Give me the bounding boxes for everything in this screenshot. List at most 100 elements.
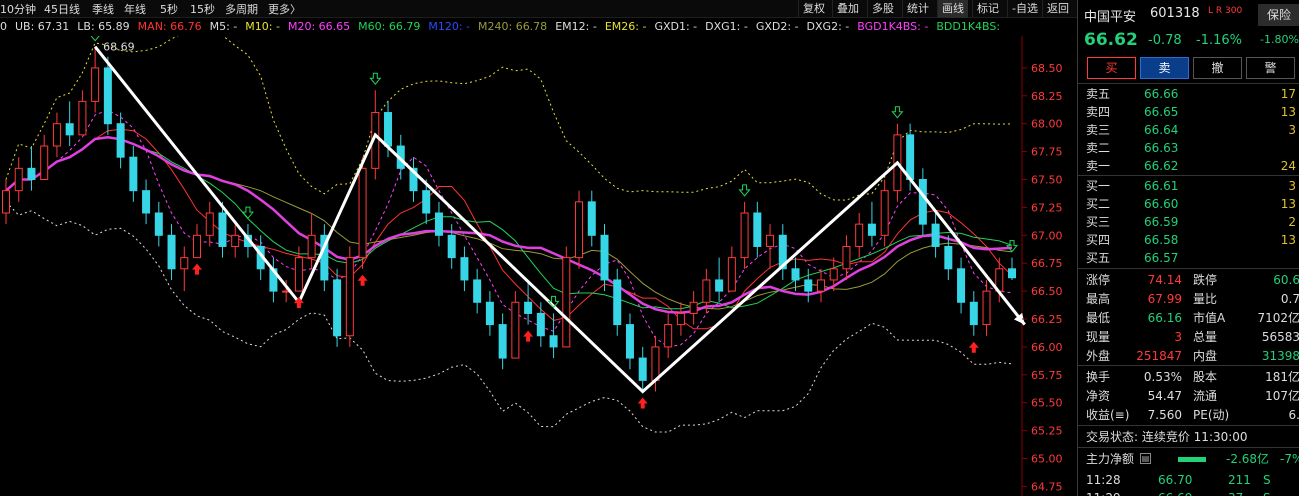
ask-row[interactable]: 卖一 66.62 24 bbox=[1078, 157, 1299, 175]
candle-body bbox=[880, 190, 889, 236]
alert-button[interactable]: 警 bbox=[1246, 57, 1295, 79]
stat-label: 外盘 bbox=[1086, 349, 1111, 363]
tab-more[interactable]: 更多〉 bbox=[268, 1, 301, 17]
candle-body bbox=[791, 268, 800, 281]
ask-volume: 24 bbox=[1280, 159, 1296, 173]
back-button[interactable]: 返回 bbox=[1042, 0, 1073, 18]
legend-item: EM12: - bbox=[555, 20, 597, 33]
legend-item: GXD2: - bbox=[755, 20, 799, 33]
buy-button[interactable]: 买 bbox=[1087, 57, 1136, 79]
price-tick-label: 65.50 bbox=[1031, 397, 1063, 410]
candle-body bbox=[524, 301, 533, 314]
candle-body bbox=[536, 312, 545, 337]
divider bbox=[1078, 175, 1299, 176]
legend-item: UB: 67.31 bbox=[15, 20, 70, 33]
candlestick-chart[interactable]: 68.50 68.25 68.00 67.75 67.50 67.25 67.00 66.75… bbox=[0, 36, 1077, 496]
tick-volume: 37 bbox=[1228, 489, 1243, 496]
bid-row[interactable]: 买四 66.58 13 bbox=[1078, 231, 1299, 249]
candle-body bbox=[906, 134, 915, 181]
price-change: -0.78 bbox=[1148, 33, 1182, 48]
remove-watchlist-button[interactable]: -自选 bbox=[1007, 0, 1042, 18]
candle-body bbox=[333, 279, 342, 337]
legend-item: BDD1K4BS: - bbox=[936, 20, 1004, 33]
price-tick-label: 67.00 bbox=[1031, 229, 1063, 242]
candle-body bbox=[27, 167, 36, 181]
tick-time: 11:28 bbox=[1086, 473, 1121, 487]
fundamental-row: 收益(≡) 7.560 PE(动) 6. bbox=[1078, 406, 1299, 424]
tick-volume: 211 bbox=[1228, 473, 1251, 487]
stat-value: 66.16 bbox=[1147, 311, 1182, 325]
stat-row: 现量 3 总量 56583 bbox=[1078, 328, 1299, 346]
stat-value: 251847 bbox=[1136, 349, 1182, 363]
fundamental-label: PE(动) bbox=[1193, 408, 1230, 422]
candle-body bbox=[651, 346, 660, 381]
stat-label: 市值A bbox=[1193, 311, 1226, 325]
candle-body bbox=[167, 234, 176, 270]
candle-body bbox=[142, 190, 151, 214]
sector-button[interactable]: 保险 bbox=[1258, 4, 1299, 26]
candle-body bbox=[154, 212, 163, 236]
legend-item: DXG1: - bbox=[705, 20, 748, 33]
sell-button[interactable]: 卖 bbox=[1140, 57, 1189, 79]
candle-body bbox=[715, 279, 724, 292]
current-price: 66.62 bbox=[1084, 30, 1138, 50]
ask-row[interactable]: 卖四 66.65 13 bbox=[1078, 103, 1299, 121]
main-flow-pct: -7% bbox=[1280, 452, 1299, 466]
bid-label: 买五 bbox=[1086, 251, 1111, 265]
bid-volume: 2 bbox=[1288, 215, 1296, 229]
tab-year[interactable]: 年线 bbox=[124, 1, 146, 17]
ask-label: 卖四 bbox=[1086, 105, 1111, 119]
candle-body bbox=[766, 234, 775, 247]
candle-body bbox=[969, 301, 978, 326]
bid-row[interactable]: 买五 66.57 bbox=[1078, 249, 1299, 267]
tab-15sec[interactable]: 15秒 bbox=[190, 1, 215, 17]
tab-10min[interactable]: 10分钟 bbox=[0, 1, 36, 17]
stat-value: 67.99 bbox=[1147, 292, 1182, 306]
overlay-button[interactable]: 叠加 bbox=[832, 0, 863, 18]
stat-value: 31398 bbox=[1261, 349, 1299, 363]
trade-status: 交易状态: 连续竞价 11:30:00 bbox=[1078, 428, 1299, 446]
bid-row[interactable]: 买三 66.59 2 bbox=[1078, 213, 1299, 231]
fundamental-value: 107亿 bbox=[1265, 389, 1299, 403]
ask-row[interactable]: 卖二 66.63 bbox=[1078, 139, 1299, 157]
tab-45day[interactable]: 45日线 bbox=[44, 1, 80, 17]
ask-price: 66.66 bbox=[1144, 87, 1179, 101]
candle-body bbox=[447, 234, 456, 259]
candle-body bbox=[1008, 268, 1016, 279]
multi-stock-button[interactable]: 多股 bbox=[867, 0, 898, 18]
tab-5sec[interactable]: 5秒 bbox=[160, 1, 178, 17]
main-flow-row[interactable]: 主力净额 ▤ -2.68亿 -7% bbox=[1078, 450, 1299, 468]
bid-row[interactable]: 买一 66.61 3 bbox=[1078, 177, 1299, 195]
tab-multi-period[interactable]: 多周期 bbox=[225, 1, 258, 17]
stats-button[interactable]: 统计 bbox=[902, 0, 933, 18]
candle-body bbox=[473, 279, 482, 303]
fuquan-button[interactable]: 复权 bbox=[798, 0, 829, 18]
candle-body bbox=[689, 301, 698, 314]
ask-row[interactable]: 卖五 66.66 17 bbox=[1078, 85, 1299, 103]
ask-price: 66.63 bbox=[1144, 141, 1179, 155]
mark-button[interactable]: 标记 bbox=[972, 0, 1003, 18]
stat-label: 内盘 bbox=[1193, 349, 1218, 363]
divider bbox=[1078, 268, 1299, 269]
candle-body bbox=[549, 335, 558, 348]
candle-body bbox=[855, 223, 864, 247]
main-flow-dropdown-icon[interactable]: ▤ bbox=[1140, 453, 1151, 464]
candle-body bbox=[918, 179, 927, 225]
draw-line-button[interactable]: 画线 bbox=[937, 0, 968, 18]
candle-body bbox=[625, 324, 634, 359]
legend-item: GXD1: - bbox=[654, 20, 698, 33]
price-tick-label: 66.00 bbox=[1031, 341, 1063, 354]
tab-quarter[interactable]: 季线 bbox=[92, 1, 114, 17]
cancel-order-button[interactable]: 撤 bbox=[1193, 57, 1242, 79]
candle-body bbox=[384, 112, 393, 147]
candle-body bbox=[78, 100, 87, 136]
candle-body bbox=[638, 357, 647, 381]
candle-body bbox=[460, 257, 469, 281]
stock-name: 中国平安 bbox=[1084, 10, 1137, 25]
bid-row[interactable]: 买二 66.60 13 bbox=[1078, 195, 1299, 213]
tick-price: 66.70 bbox=[1158, 473, 1193, 487]
candle-body bbox=[193, 234, 202, 259]
ask-price: 66.65 bbox=[1144, 105, 1179, 119]
candle-body bbox=[613, 279, 622, 326]
ask-row[interactable]: 卖三 66.64 3 bbox=[1078, 121, 1299, 139]
